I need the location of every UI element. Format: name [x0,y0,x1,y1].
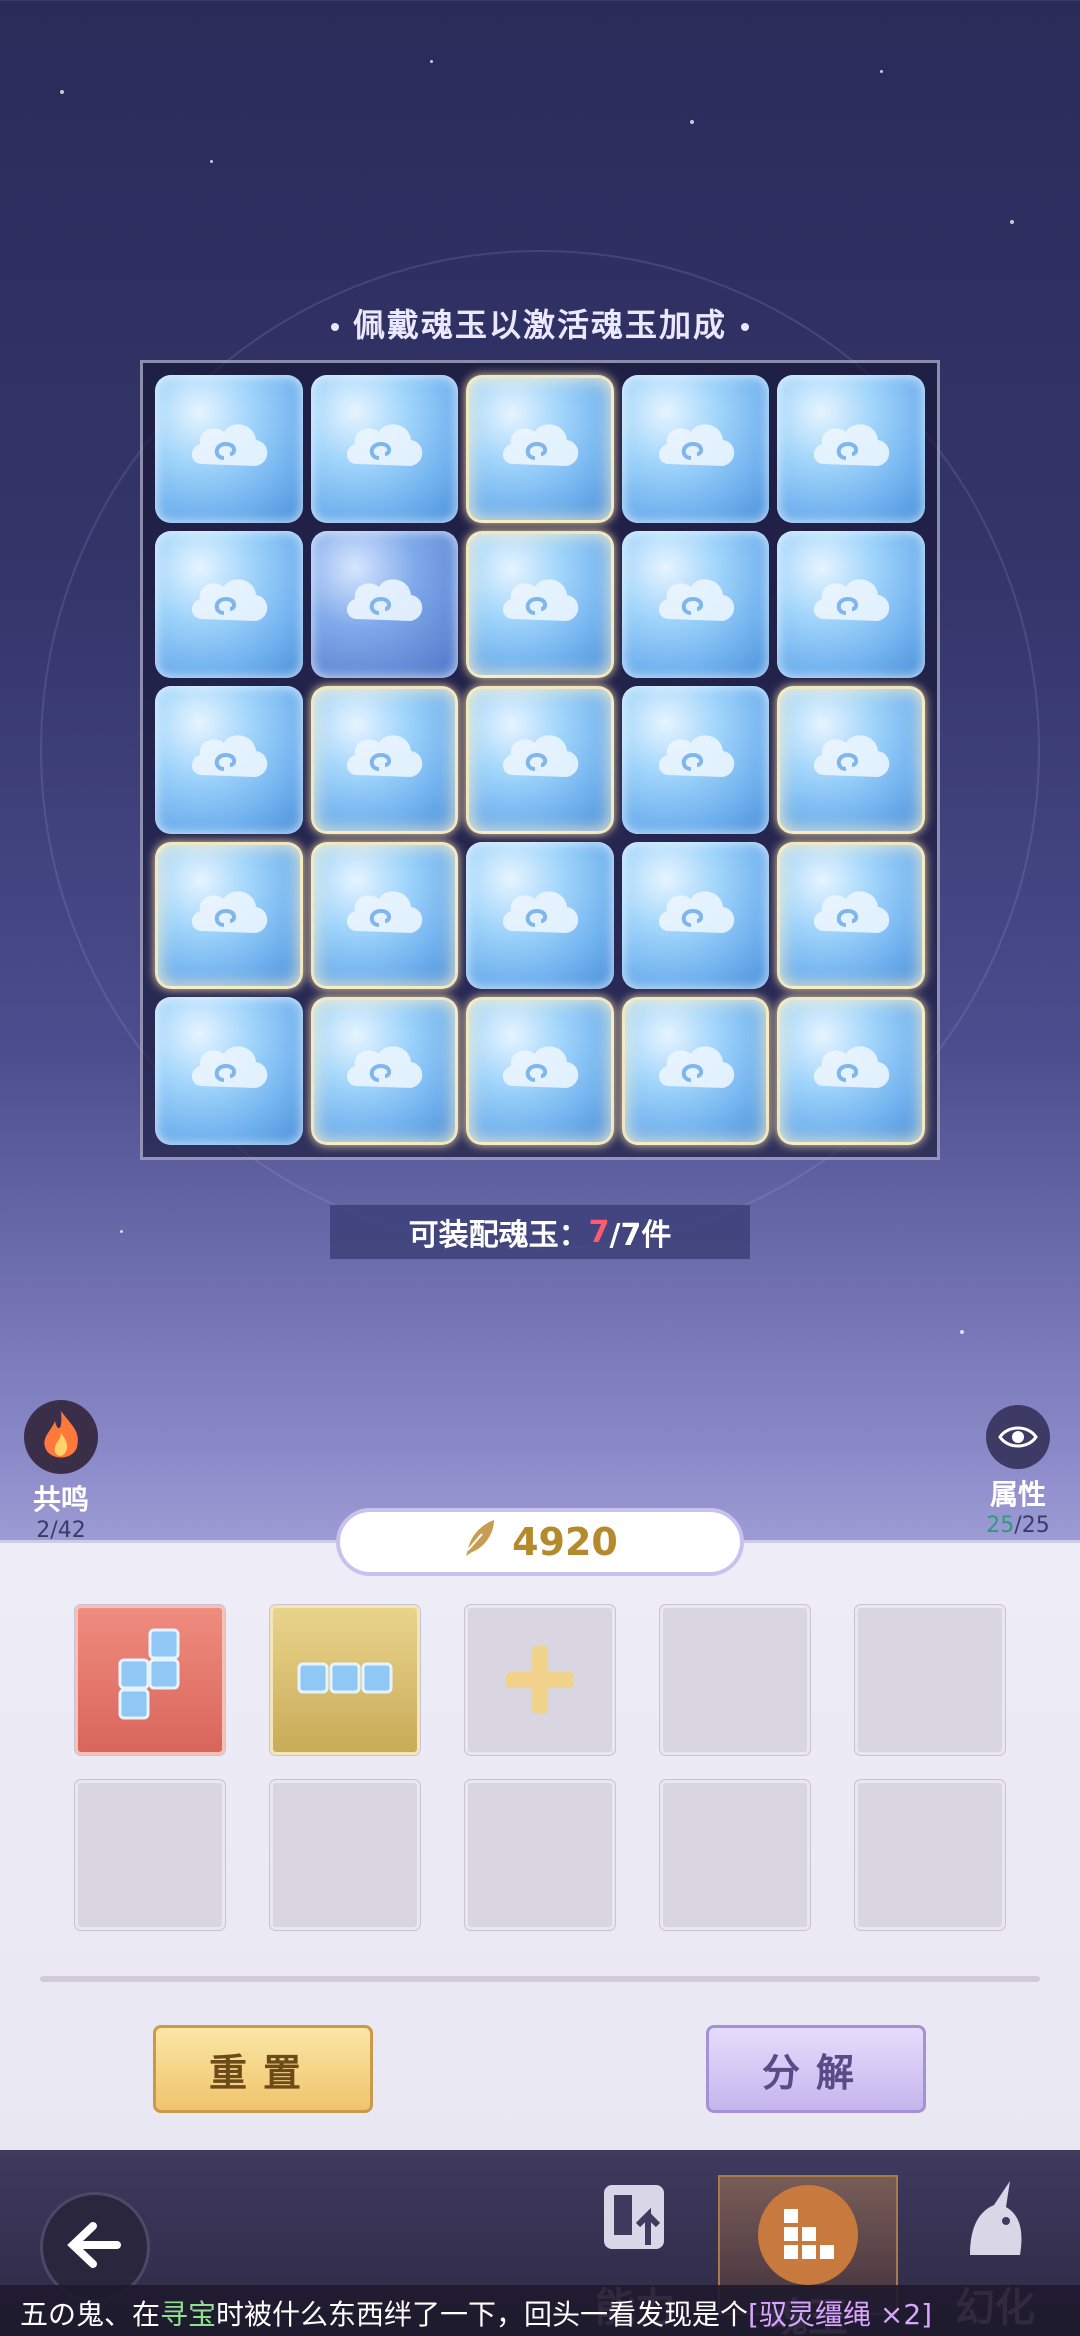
cloud-swirl-icon [658,1046,734,1089]
inventory-slot-empty[interactable] [270,1780,420,1930]
add-slot-button[interactable] [465,1605,615,1755]
board-hint-title: 佩戴魂玉以激活魂玉加成 [0,300,1080,346]
cloud-swirl-icon [814,579,890,622]
soul-jade-tile[interactable] [466,997,614,1145]
announcement-ticker: 五の鬼、在寻宝时被什么东西绊了一下，回头一看发现是个[驭灵缰绳 ×2] [0,2285,1080,2336]
panel-divider [40,1976,1040,1982]
ability-icon [575,2175,695,2275]
quill-icon [462,1518,498,1567]
cloud-swirl-icon [502,424,579,466]
cloud-swirl-icon [658,424,734,466]
flame-icon [24,1400,98,1474]
soul-jade-tile[interactable] [621,375,770,523]
soul-jade-tile[interactable] [310,841,459,990]
reset-button[interactable]: 重置 [153,2025,373,2113]
cloud-swirl-icon [814,1046,890,1089]
decompose-button[interactable]: 分解 [706,2025,926,2113]
score-display: 4920 [340,1512,740,1572]
cloud-swirl-icon [658,735,734,777]
soul-jade-tile[interactable] [466,841,614,990]
plus-icon [506,1646,574,1714]
inventory-slot-empty[interactable] [855,1780,1005,1930]
soul-jade-tile[interactable] [777,375,925,523]
soul-jade-tile[interactable] [155,375,303,523]
cloud-swirl-icon [347,1046,423,1089]
cloud-swirl-icon [347,891,423,933]
cloud-swirl-icon [502,735,579,777]
soul-jade-tile[interactable] [466,530,614,679]
cloud-swirl-icon [814,735,890,777]
soul-jade-tile[interactable] [621,841,770,990]
soul-jade-tile[interactable] [466,375,614,523]
soul-jade-icon [758,2185,858,2285]
attributes-button[interactable]: 属性 25/25 [978,1405,1058,1538]
cloud-swirl-icon [658,891,734,933]
soul-jade-tile[interactable] [310,530,459,679]
soul-jade-tile[interactable] [310,997,459,1145]
cloud-swirl-icon [658,579,734,622]
cloud-swirl-icon [191,891,268,933]
soul-jade-tile[interactable] [777,841,925,990]
cloud-swirl-icon [502,1046,579,1089]
tetromino-piece-icon [118,1628,180,1720]
soul-jade-tile[interactable] [155,530,303,679]
resonance-button[interactable]: 共鸣 2/42 [16,1400,106,1543]
cloud-swirl-icon [347,579,423,622]
soul-jade-tile[interactable] [155,841,303,990]
inventory-slot-piece[interactable] [75,1605,225,1755]
eye-icon [986,1405,1050,1469]
cloud-swirl-icon [502,891,579,933]
soul-jade-tile[interactable] [621,530,770,679]
cloud-swirl-icon [502,579,579,622]
inventory-slot-empty[interactable] [855,1605,1005,1755]
inventory-slot-piece[interactable] [270,1605,420,1755]
cloud-swirl-icon [191,735,268,777]
soul-jade-tile[interactable] [621,997,770,1145]
cloud-swirl-icon [191,1046,268,1089]
soul-jade-board[interactable] [140,360,940,1160]
soul-jade-tile[interactable] [777,997,925,1145]
cloud-swirl-icon [191,424,268,466]
inventory-slot-empty[interactable] [660,1605,810,1755]
soul-jade-tile[interactable] [310,686,459,834]
cloud-swirl-icon [814,891,890,933]
back-arrow-icon [65,2220,125,2274]
soul-jade-tile[interactable] [621,686,770,834]
cloud-swirl-icon [814,424,890,466]
capacity-indicator: 可装配魂玉： 7 /7件 [330,1205,750,1259]
cloud-swirl-icon [347,424,423,466]
soul-jade-tile[interactable] [155,686,303,834]
bar-piece-icon [297,1662,393,1694]
soul-jade-tile[interactable] [155,997,303,1145]
inventory-slot-empty[interactable] [75,1780,225,1930]
cloud-swirl-icon [347,735,423,777]
soul-jade-tile[interactable] [777,530,925,679]
unicorn-icon [930,2175,1060,2275]
soul-jade-tile[interactable] [310,375,459,523]
inventory-slot-empty[interactable] [465,1780,615,1930]
inventory-slot-empty[interactable] [660,1780,810,1930]
cloud-swirl-icon [191,579,268,622]
soul-jade-tile[interactable] [777,686,925,834]
soul-jade-tile[interactable] [466,686,614,834]
